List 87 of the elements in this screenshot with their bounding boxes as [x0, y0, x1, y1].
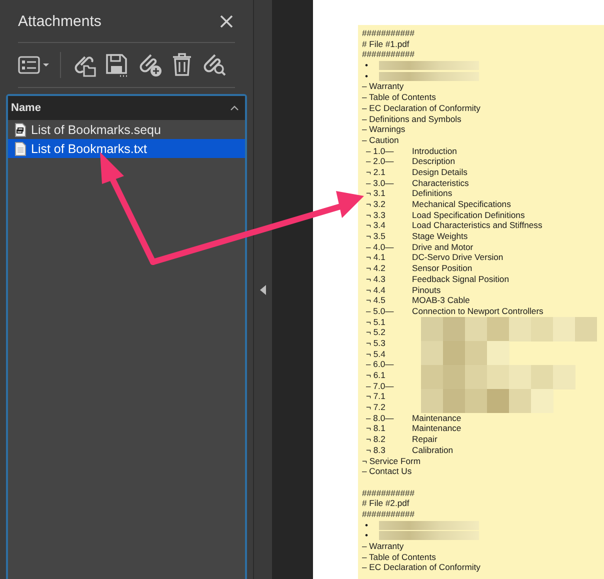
bullet: • [364, 60, 370, 71]
list-view-icon[interactable] [18, 55, 50, 75]
section-title: DC-Servo Drive Version [412, 252, 504, 264]
section-number: – 3.0— [365, 178, 395, 188]
section-title: Connection to Newport Controllers [412, 306, 544, 317]
section-number: ¬ 5.2 [365, 327, 386, 338]
name-column-label: Name [11, 102, 41, 114]
document-line: – EC Declaration of Conformity [361, 562, 480, 574]
sort-caret-icon [230, 105, 239, 111]
file-name: List of Bookmarks.sequ [31, 122, 161, 136]
section-title: Design Details [412, 166, 468, 178]
document-line: – Warranty [361, 81, 404, 92]
document-line: ########### [361, 488, 415, 498]
section-title: Drive and Motor [412, 242, 474, 252]
document-line: – Warnings [361, 124, 406, 135]
section-number: – 1.0— [365, 146, 395, 156]
section-number: ¬ 3.5 [365, 231, 386, 242]
section-number: ¬ 7.2 [365, 402, 386, 413]
document-line: – Contact Us [361, 466, 412, 477]
text-file-icon [15, 142, 26, 156]
document-line: ########### [361, 508, 415, 520]
section-number: – 6.0— [365, 359, 395, 370]
section-title: Characteristics [412, 178, 469, 188]
section-number: ¬ 4.5 [365, 295, 386, 306]
save-icon[interactable] [105, 52, 129, 78]
section-number: ¬ 3.4 [365, 220, 386, 232]
section-title: Calibration [412, 444, 454, 456]
section-title: Maintenance [412, 412, 462, 424]
bullet: • [364, 70, 370, 82]
bullet: • [364, 530, 370, 541]
column-header[interactable]: Name [8, 96, 245, 120]
section-title: Sensor Position [412, 263, 472, 274]
section-number: ¬ 2.1 [365, 166, 386, 178]
section-number: ¬ 5.1 [365, 316, 386, 328]
section-title: Description [412, 156, 455, 167]
document-line: – Warranty [361, 541, 404, 552]
section-number: ¬ 3.1 [365, 188, 386, 199]
document-line: – Table of Contents [361, 92, 436, 103]
document-line: # File #2.pdf [361, 498, 410, 509]
section-number: – 4.0— [365, 242, 395, 252]
section-title: Maintenance [412, 423, 462, 434]
close-icon[interactable] [220, 14, 233, 28]
section-title: Feedback Signal Position [412, 274, 509, 284]
attachment-row[interactable]: List of Bookmarks.sequ [8, 120, 245, 139]
document-line: – Table of Contents [361, 552, 436, 562]
document-line: ########### [361, 28, 415, 39]
section-number: ¬ 8.2 [365, 434, 386, 445]
file-name: List of Bookmarks.txt [31, 142, 148, 156]
document-line: ########### [361, 49, 415, 60]
section-title: Mechanical Specifications [412, 199, 511, 210]
section-number: ¬ 4.1 [365, 252, 386, 264]
paperclip-search-icon[interactable] [201, 52, 227, 78]
section-number: – 8.0— [365, 412, 395, 424]
bullet: • [364, 520, 370, 530]
section-title: Stage Weights [412, 231, 468, 242]
document-line: – EC Declaration of Conformity [361, 102, 480, 114]
document-line: # File #1.pdf [361, 38, 410, 50]
section-number: ¬ 4.4 [365, 284, 386, 296]
section-number: ¬ 6.1 [365, 370, 386, 381]
section-title: Introduction [412, 146, 457, 156]
section-number: ¬ 3.3 [365, 210, 386, 220]
section-title: Repair [412, 434, 438, 445]
section-number: ¬ 5.3 [365, 338, 386, 349]
section-title: Load Specification Definitions [412, 210, 525, 220]
section-title: Definitions [412, 188, 452, 199]
document-line: – Definitions and Symbols [361, 114, 462, 124]
section-number: ¬ 4.2 [365, 263, 386, 274]
section-number: ¬ 8.1 [365, 423, 386, 434]
section-title: MOAB-3 Cable [412, 295, 470, 306]
section-number: – 2.0— [365, 156, 395, 167]
section-number: ¬ 5.4 [365, 348, 386, 360]
sequence-file-icon [15, 122, 26, 136]
section-number: – 7.0— [365, 380, 395, 392]
section-title: Load Characteristics and Stiffness [412, 220, 542, 232]
section-number: – 5.0— [365, 306, 395, 317]
section-number: ¬ 7.1 [365, 391, 386, 402]
section-number: ¬ 3.2 [365, 199, 386, 210]
collapse-arrow-icon[interactable] [260, 284, 266, 294]
section-number: ¬ 4.3 [365, 274, 386, 284]
trash-icon[interactable] [171, 52, 193, 78]
document-line: ¬ Service Form [361, 456, 420, 466]
attachment-row[interactable]: List of Bookmarks.txt [8, 139, 245, 158]
panel-title: Attachments [18, 12, 102, 30]
paperclip-plus-icon[interactable] [137, 52, 163, 78]
document-line: – Caution [361, 134, 399, 146]
section-number: ¬ 8.3 [365, 444, 386, 456]
section-title: Pinouts [412, 284, 441, 296]
